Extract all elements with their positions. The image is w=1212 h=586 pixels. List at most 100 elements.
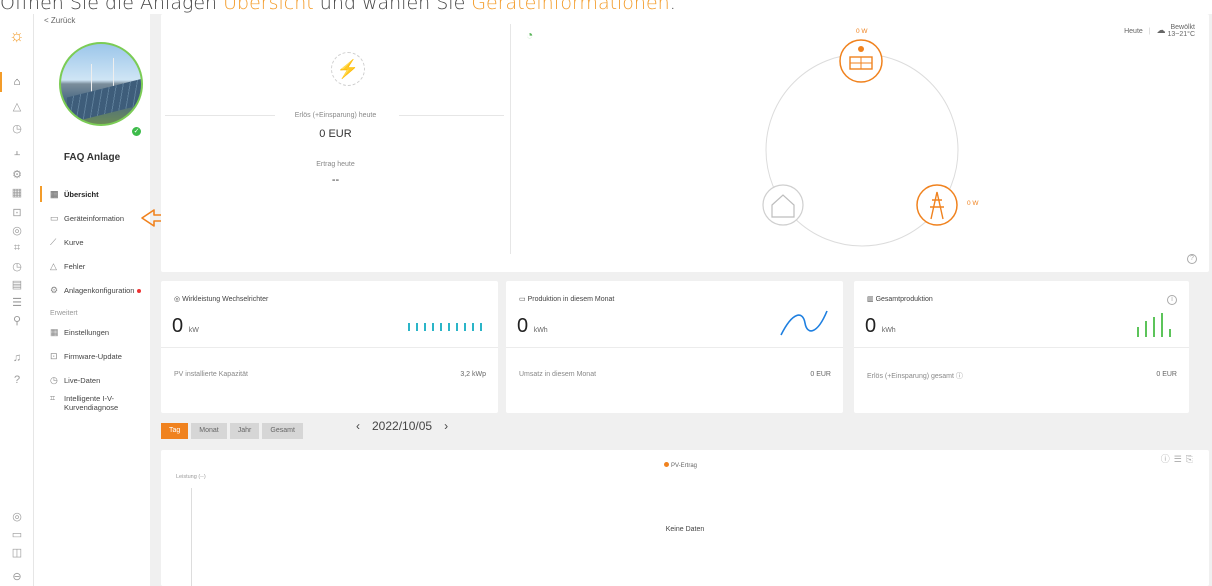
energy-flow-diagram <box>762 39 959 247</box>
tab-year[interactable]: Jahr <box>229 423 260 439</box>
plant-sidebar: < Zurück ✓ FAQ Anlage ▦ Übersicht ▭ Geräte… <box>34 14 150 586</box>
menu-errors[interactable]: △ Fehler <box>40 256 150 276</box>
kpi-foot-label: Umsatz in diesem Monat <box>519 371 597 378</box>
logout-icon[interactable]: ⊖ <box>0 570 34 583</box>
menu-settings[interactable]: ▦ Einstellungen <box>40 322 150 342</box>
kpi-foot-label: Erlös (+Einsparung) gesamt ⓘ <box>867 373 963 380</box>
gear-icon: ⚙ <box>50 285 59 295</box>
kpi-value: 0 kWh <box>865 315 896 337</box>
kpi-monthly-production: ▭ Produktion in diesem Monat 0 kWh Umsat… <box>506 281 843 413</box>
kpi-foot-value: 0 EUR <box>810 371 831 378</box>
date-value[interactable]: 2022/10/05 <box>372 419 432 433</box>
menu-label: Übersicht <box>64 190 99 199</box>
yield-chart-card: ⓘ☰⎘ PV-Ertrag Leistung (--) Keine Daten <box>161 450 1209 586</box>
kpi-active-power: ◎ Wirkleistung Wechselrichter 0 kW PV in… <box>161 281 498 413</box>
banner-text-end: . <box>669 0 676 14</box>
menu-device-info[interactable]: ▭ Geräteinformation <box>40 208 150 228</box>
banner-highlight-deviceinfo: Geräteinformationen <box>471 0 670 14</box>
kpi-foot-value: 3,2 kWp <box>460 371 486 378</box>
menu-label: Firmware-Update <box>64 352 122 361</box>
menu-label: Anlagenkonfiguration <box>64 286 135 295</box>
location-icon[interactable]: ⚲ <box>0 314 34 327</box>
clock-icon[interactable]: ◷ <box>0 122 34 135</box>
chevron-right-icon[interactable]: › <box>444 419 448 433</box>
kpi-total-production: ▥ Gesamtproduktion i 0 kWh Erlös (+Einsp… <box>854 281 1189 413</box>
y-axis-line <box>191 488 192 586</box>
plant-name: FAQ Anlage <box>63 152 121 163</box>
menu-label: Kurvendiagnose <box>64 403 119 412</box>
back-link[interactable]: < Zurück <box>44 16 75 25</box>
chart-icon[interactable]: ⫠ <box>0 146 34 159</box>
plant-avatar <box>59 42 143 126</box>
menu-label: Kurve <box>64 238 84 247</box>
chevron-left-icon[interactable]: ‹ <box>356 419 360 433</box>
main-content: ⚡ Erlös (+Einsparung) heute 0 EUR Ertrag… <box>150 14 1212 586</box>
menu-label: Einstellungen <box>64 328 110 337</box>
alarm-icon[interactable]: △ <box>0 100 34 113</box>
instruction-banner: Öffnen Sie die Anlagen Übersicht und wäh… <box>0 0 1212 14</box>
monitor-icon[interactable]: ▭ <box>0 528 34 541</box>
overview-icon: ▦ <box>50 189 59 199</box>
menu-label: Geräteinformation <box>64 214 125 223</box>
no-data-message: Keine Daten <box>665 526 705 533</box>
globe-icon[interactable]: ◎ <box>0 510 34 523</box>
bell-icon[interactable]: ♫ <box>0 352 34 364</box>
export-icon[interactable]: ⎘ <box>1186 454 1197 464</box>
tab-month[interactable]: Monat <box>191 423 227 439</box>
weather-day: Heute <box>1124 27 1143 35</box>
timer-icon: ◔ <box>526 28 534 42</box>
device-icon[interactable]: ⊡ <box>0 206 34 219</box>
online-check-icon: ✓ <box>130 125 143 138</box>
chat-icon[interactable]: ◫ <box>0 546 34 559</box>
chart-legend[interactable]: PV-Ertrag <box>664 462 697 469</box>
weather-condition: Bewölkt <box>1170 24 1195 31</box>
date-navigator: ‹ 2022/10/05 › <box>350 419 454 433</box>
kpi-value: 0 kWh <box>517 315 548 337</box>
warning-icon: △ <box>50 261 57 271</box>
growth-bars-icon <box>1137 313 1171 337</box>
kpi-title: ▭ Produktion in diesem Monat <box>519 296 615 303</box>
weather-widget: Heute | ☁ Bewölkt 13~21°C <box>1124 24 1195 38</box>
stopwatch-icon: ◷ <box>50 375 58 385</box>
tab-day[interactable]: Tag <box>161 423 189 439</box>
menu-firmware[interactable]: ⊡ Firmware-Update <box>40 346 150 366</box>
menu-curve[interactable]: ⟋ Kurve <box>40 232 150 252</box>
menu-label: Live-Daten <box>64 376 101 385</box>
list-icon[interactable]: ☰ <box>1174 454 1186 464</box>
settings-icon[interactable]: ◎ <box>0 224 34 237</box>
menu-iv-diagnosis-line2[interactable]: Kurvendiagnose <box>40 402 150 414</box>
help-icon[interactable]: ? <box>1187 254 1197 264</box>
kpi-title: ▥ Gesamtproduktion <box>867 296 933 303</box>
firmware-icon: ⊡ <box>50 351 58 361</box>
banner-text: Öffnen Sie die Anlagen <box>0 0 224 14</box>
period-tabs: Tag Monat Jahr Gesamt <box>161 419 306 439</box>
pv-power: 0 W <box>856 28 868 35</box>
grid-power: 0 W <box>967 200 979 207</box>
home-icon[interactable]: ⌂ <box>0 72 34 92</box>
calendar-icon: ▭ <box>519 296 526 303</box>
section-advanced: Erweitert <box>50 310 78 317</box>
tools-icon[interactable]: ⌗ <box>0 242 34 255</box>
info-icon[interactable]: ⓘ <box>1161 454 1174 464</box>
trend-wave-icon <box>780 310 828 336</box>
maintenance-icon[interactable]: ⚙ <box>0 168 34 181</box>
logo-icon[interactable]: ☼ <box>9 26 25 46</box>
building-icon: ▥ <box>867 296 874 303</box>
report-icon[interactable]: ▤ <box>0 278 34 291</box>
menu-live-data[interactable]: ◷ Live-Daten <box>40 370 150 390</box>
icon-rail: ☼ ⌂ △ ◷ ⫠ ⚙ ▦ ⊡ ◎ ⌗ ◷ ▤ ☰ ⚲ ♫ ? ◎ ▭ ◫ ⊖ <box>0 14 34 586</box>
yield-label: Ertrag heute <box>316 161 355 168</box>
kpi-title: ◎ Wirkleistung Wechselrichter <box>174 296 269 303</box>
y-axis-label: Leistung (--) <box>176 474 206 480</box>
menu-plant-config[interactable]: ⚙ Anlagenkonfiguration <box>40 280 150 300</box>
yield-value: -- <box>331 174 340 186</box>
power-bars-icon <box>408 323 482 331</box>
grid-icon[interactable]: ▦ <box>0 186 34 199</box>
timer-icon[interactable]: ◷ <box>0 260 34 273</box>
menu-overview[interactable]: ▦ Übersicht <box>40 184 150 204</box>
help-icon[interactable]: ? <box>0 374 34 386</box>
kpi-foot-label: PV installierte Kapazität <box>174 371 248 378</box>
list-icon[interactable]: ☰ <box>0 296 34 309</box>
info-icon[interactable]: i <box>1167 295 1177 305</box>
tab-total[interactable]: Gesamt <box>262 423 303 439</box>
